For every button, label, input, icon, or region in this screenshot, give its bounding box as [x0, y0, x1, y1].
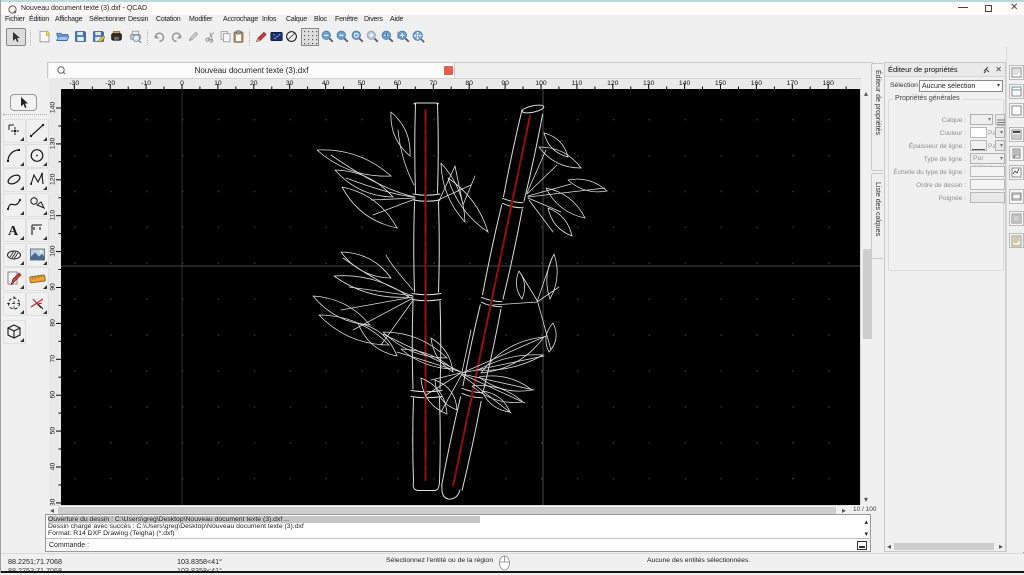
svg-text:10: 10 — [214, 80, 222, 87]
svg-text:130: 130 — [50, 138, 57, 150]
svg-text:150: 150 — [715, 80, 727, 87]
svg-text:100: 100 — [50, 245, 57, 257]
svg-text:A: A — [8, 224, 19, 239]
svg-text:130: 130 — [643, 80, 655, 87]
svg-text:0: 0 — [180, 80, 184, 87]
svg-text:-30: -30 — [69, 80, 79, 87]
svg-text:50: 50 — [358, 80, 366, 87]
svg-text:30: 30 — [286, 80, 294, 87]
svg-text:170: 170 — [787, 80, 799, 87]
svg-text:50: 50 — [50, 427, 57, 435]
svg-text:110: 110 — [571, 80, 582, 87]
svg-text:120: 120 — [607, 80, 619, 87]
svg-text:30: 30 — [50, 498, 57, 505]
svg-text:300: 300 — [114, 36, 119, 40]
svg-text:60: 60 — [394, 80, 402, 87]
svg-text:-20: -20 — [105, 80, 115, 87]
svg-text:90: 90 — [501, 80, 509, 87]
svg-text:110: 110 — [50, 210, 57, 221]
svg-text:140: 140 — [50, 102, 57, 114]
svg-text:160: 160 — [751, 80, 763, 87]
svg-text:90: 90 — [50, 283, 57, 291]
svg-text:80: 80 — [465, 80, 473, 87]
svg-text:40: 40 — [322, 80, 330, 87]
svg-text:140: 140 — [679, 80, 691, 87]
svg-text:100: 100 — [535, 80, 547, 87]
svg-text:60: 60 — [50, 391, 57, 399]
svg-text:70: 70 — [430, 80, 438, 87]
svg-text:-10: -10 — [141, 80, 151, 87]
svg-text:20: 20 — [250, 80, 258, 87]
svg-text:70: 70 — [50, 355, 57, 363]
svg-text:40: 40 — [50, 463, 57, 471]
svg-text:120: 120 — [50, 173, 57, 185]
svg-text:180: 180 — [823, 80, 835, 87]
svg-text:80: 80 — [50, 319, 57, 327]
